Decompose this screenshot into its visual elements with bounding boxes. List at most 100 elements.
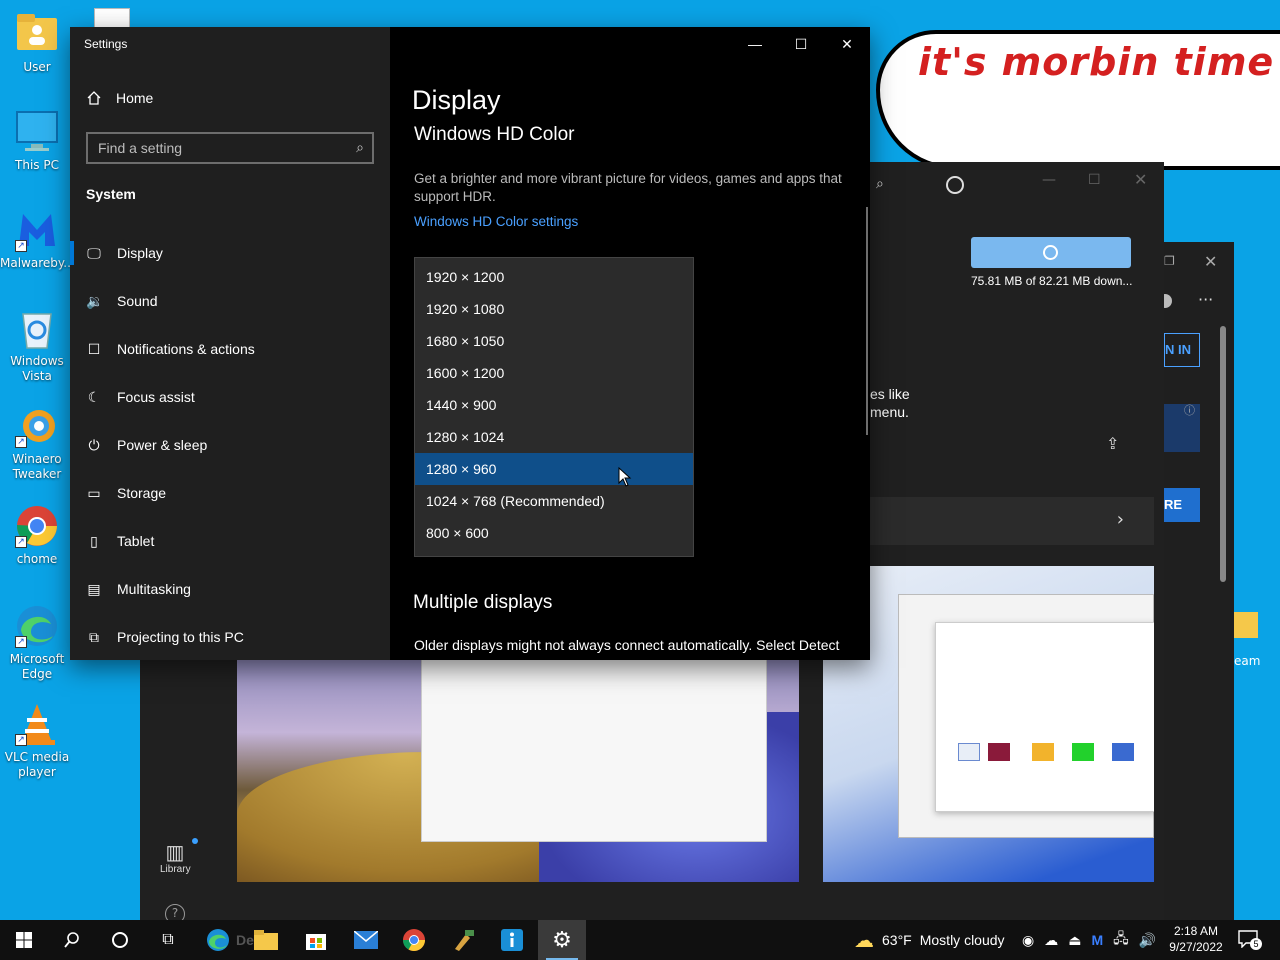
download-progress-button[interactable] [971,237,1131,268]
hd-color-settings-link[interactable]: Windows HD Color settings [414,214,578,229]
record-icon[interactable]: ◉ [1022,932,1034,949]
resolution-option[interactable]: 1680 × 1050 [415,325,693,357]
onedrive-icon[interactable]: ☁ [1044,932,1058,949]
malwarebytes-tray-icon[interactable]: M [1091,932,1103,948]
taskbar-tool[interactable] [440,920,488,960]
screenshot-settings-window [935,622,1154,812]
notification-center-button[interactable]: 5 [1238,930,1262,950]
minimize-icon[interactable]: — [1042,172,1056,188]
subsection-title: Windows HD Color [414,124,575,145]
clock[interactable]: 2:18 AM 9/27/2022 [1166,923,1226,955]
nav-item-multitasking[interactable]: ▤ Multitasking [70,565,390,613]
library-label: Library [160,864,191,875]
weather-widget[interactable]: ☁ 63°F Mostly cloudy [854,920,1005,960]
desktop-icon-label: This PC [15,158,59,172]
speech-bubble-text: it's morbin time [918,40,1275,84]
desktop-icon-vlc[interactable]: ↗ VLC media player [0,702,74,780]
taskbar-edge[interactable] [194,920,242,960]
nav-item-label: Projecting to this PC [117,629,244,645]
nav-item-label: Tablet [117,533,155,549]
nav-item-sound[interactable]: 🔉 Sound [70,277,390,325]
volume-icon[interactable]: 🔊 [1139,932,1156,949]
computer-icon [15,110,59,154]
desktop-icon-this-pc[interactable]: This PC [0,110,74,173]
info-icon[interactable]: ⓘ [1184,402,1195,418]
account-icon[interactable] [946,176,964,194]
desktop-icon-edge[interactable]: ↗ Microsoft Edge [0,604,74,682]
search-icon [64,932,79,948]
resolution-option[interactable]: 1920 × 1080 [415,293,693,325]
resolution-option-selected[interactable]: 1280 × 960 [415,453,693,485]
desktop-icon-label: Microsoft Edge [9,652,65,681]
app-description-line: menu. [870,404,909,420]
restore-icon[interactable]: ❐ [1164,254,1175,268]
resolution-option[interactable]: 800 × 600 [415,517,693,549]
desktop-icon-label: Windows Vista [10,354,64,383]
taskbar-file-explorer[interactable] [242,920,290,960]
page-title: Display [412,85,501,115]
desktop-icon-winaero[interactable]: ↗ Winaero Tweaker [0,404,74,482]
taskbar-store[interactable] [292,920,340,960]
desktop-icon-user[interactable]: User [0,12,74,75]
taskbar-chrome[interactable] [390,920,438,960]
chrome-icon [403,929,425,951]
speaker-icon: 🔉 [86,292,104,309]
nav-item-notifications[interactable]: ☐ Notifications & actions [70,325,390,373]
settings-sidebar: Settings Home ⌕ System 🖵 Display 🔉 Sound… [70,27,390,660]
maximize-icon[interactable]: ☐ [1088,172,1101,188]
desktop-icon-recycle-bin[interactable]: Windows Vista [0,306,74,384]
scrollbar[interactable] [866,207,868,435]
desktop-icon-malwarebytes[interactable]: ↗ Malwareby... [0,208,75,271]
desktop-icon-label: Malwareby... [0,256,75,270]
nav-item-power[interactable]: ⏻ Power & sleep [70,421,390,469]
screenshot-thumbnail[interactable] [237,652,799,882]
usb-icon[interactable]: ⏏ [1068,932,1081,949]
resolution-option[interactable]: 1600 × 1200 [415,357,693,389]
ratings-row[interactable]: › [870,497,1154,545]
color-swatch [1112,743,1134,761]
folder-icon[interactable] [1234,612,1258,638]
chrome-icon: ↗ [15,504,59,548]
shortcut-arrow-icon: ↗ [15,734,27,746]
tablet-icon: ▯ [90,532,98,549]
search-icon: ⌕ [356,139,364,155]
search-box[interactable]: ⌕ [86,132,374,164]
close-icon[interactable]: ✕ [1204,252,1217,271]
weather-condition: Mostly cloudy [919,932,1005,948]
close-icon[interactable]: ✕ [1134,170,1147,189]
resolution-dropdown[interactable]: 1920 × 1200 1920 × 1080 1680 × 1050 1600… [414,257,694,557]
screenshot-thumbnail[interactable] [823,566,1154,882]
nav-item-projecting[interactable]: ⧉ Projecting to this PC [70,613,390,661]
nav-item-display[interactable]: 🖵 Display [70,229,390,277]
folder-icon [254,930,278,950]
library-button[interactable]: ▥ Library [160,842,191,875]
resolution-option[interactable]: 1920 × 1200 [415,261,693,293]
nav-item-tablet[interactable]: ▯ Tablet [70,517,390,565]
start-button[interactable] [0,920,48,960]
taskbar-info-app[interactable] [488,920,536,960]
task-view-button[interactable]: ⧉ [144,920,192,960]
edge-icon: ↗ [15,604,59,648]
nav-item-focus-assist[interactable]: ☾ Focus assist [70,373,390,421]
cloud-icon: ☁ [854,929,874,952]
network-icon[interactable]: 🖧 [1113,928,1129,952]
resolution-option[interactable]: 1440 × 900 [415,389,693,421]
more-options-icon[interactable]: ··· [1198,290,1213,309]
search-input[interactable] [88,134,372,162]
scrollbar[interactable] [1220,326,1226,582]
share-icon[interactable]: ⇪ [1106,434,1119,453]
taskbar-settings[interactable]: ⚙ [538,920,586,960]
more-button[interactable]: RE [1164,488,1200,522]
home-button[interactable]: Home [86,90,153,106]
sign-in-button[interactable]: N IN [1164,333,1200,367]
nav-item-storage[interactable]: ▭ Storage [70,469,390,517]
search-icon[interactable]: ⌕ [876,176,884,192]
resolution-option[interactable]: 1280 × 1024 [415,421,693,453]
nav-item-label: Storage [117,485,167,501]
desktop-icon-chrome[interactable]: ↗ chome [0,504,74,567]
search-button[interactable] [48,920,96,960]
user-folder-icon [15,12,59,56]
cortana-button[interactable] [96,920,144,960]
resolution-option[interactable]: 1024 × 768 (Recommended) [415,485,693,517]
taskbar-mail[interactable] [342,920,390,960]
